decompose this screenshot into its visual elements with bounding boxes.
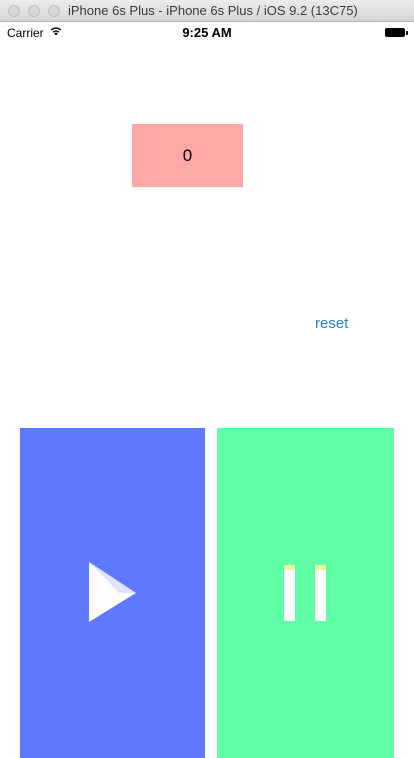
minimize-window-button[interactable] <box>28 5 40 17</box>
battery-icon <box>385 28 408 37</box>
counter-display: 0 <box>132 124 243 187</box>
pause-bar-left <box>284 565 295 621</box>
status-bar: Carrier 9:25 AM <box>0 22 414 42</box>
reset-button[interactable]: reset <box>315 315 348 332</box>
counter-value: 0 <box>182 145 193 165</box>
window-title: iPhone 6s Plus - iPhone 6s Plus / iOS 9.… <box>68 3 358 18</box>
close-window-button[interactable] <box>8 5 20 17</box>
pause-button[interactable] <box>217 428 394 758</box>
play-button[interactable] <box>20 428 205 758</box>
play-icon <box>89 562 136 622</box>
pause-bar-right <box>315 565 326 621</box>
zoom-window-button[interactable] <box>48 5 60 17</box>
status-time: 9:25 AM <box>182 25 232 40</box>
window-titlebar: iPhone 6s Plus - iPhone 6s Plus / iOS 9.… <box>0 0 414 22</box>
